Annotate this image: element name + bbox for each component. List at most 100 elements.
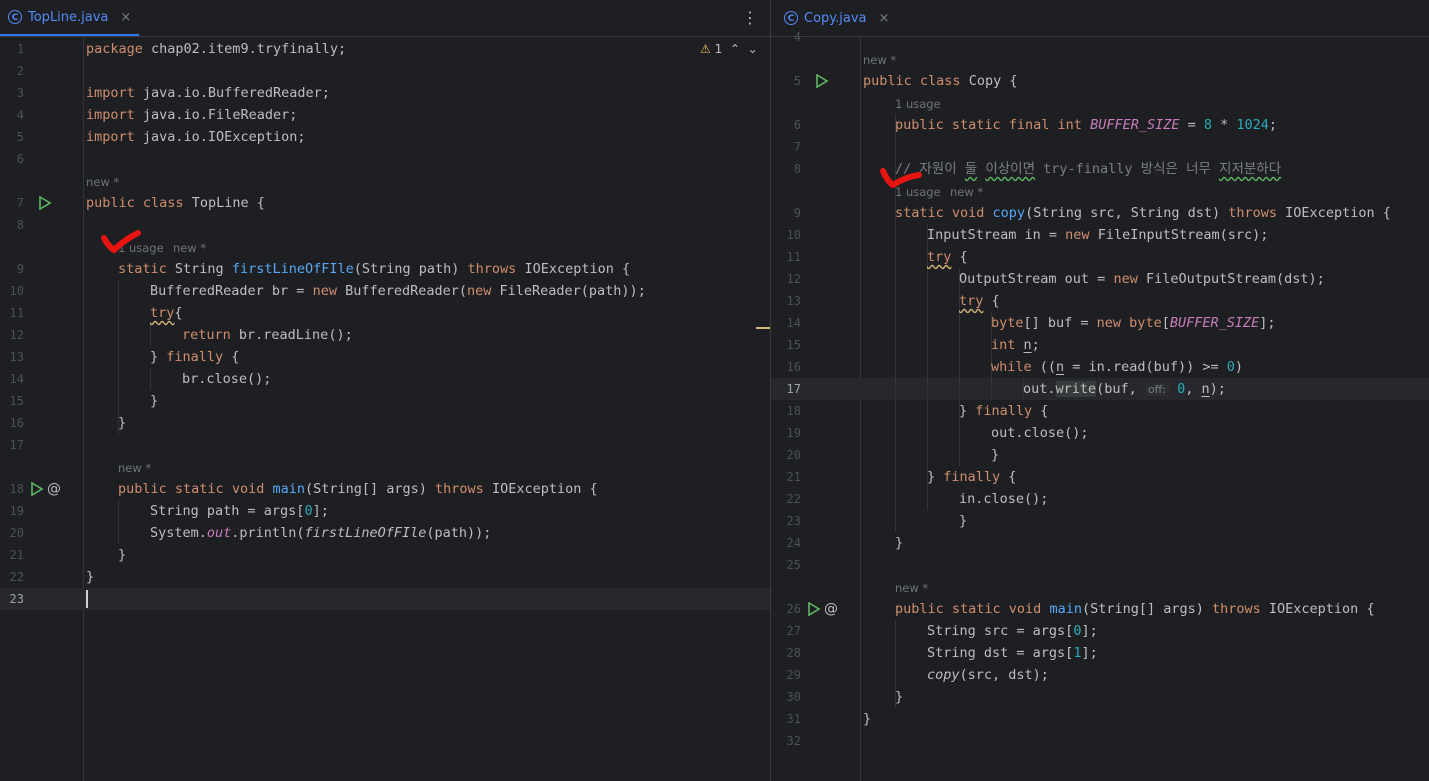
code-line: OutputStream out = new FileOutputStream(… <box>959 271 1325 287</box>
code-line: } <box>118 415 127 431</box>
code-line: package chap02.item9.tryfinally; <box>86 41 347 57</box>
code-editor-right[interactable]: 4 5 6 7 8 9 10 11 12 13 14 15 16 17 18 1… <box>771 30 1429 781</box>
class-icon: C <box>784 11 798 25</box>
line-number: 25 <box>786 558 801 572</box>
line-number: 6 <box>793 118 801 132</box>
line-number: 6 <box>16 152 24 166</box>
line-number: 3 <box>16 86 24 100</box>
line-number: 15 <box>786 338 801 352</box>
tab-label: Copy.java <box>804 10 867 26</box>
codevision-hint[interactable]: new * <box>863 48 896 70</box>
code-line: } <box>150 393 159 409</box>
line-number: 12 <box>786 272 801 286</box>
scrollbar-warning-marker[interactable] <box>756 327 770 329</box>
line-number: 13 <box>9 350 24 364</box>
line-number: 17 <box>9 438 24 452</box>
line-number: 9 <box>16 262 24 276</box>
code-line: try{ <box>150 305 183 321</box>
chevron-up-icon[interactable]: ⌃ <box>730 42 740 56</box>
code-line: while ((n = in.read(buf)) >= 0) <box>991 359 1244 375</box>
tab-bar-right: C Copy.java × <box>771 0 1429 37</box>
warning-count: 1 <box>714 42 723 56</box>
indent-guide <box>118 500 119 544</box>
line-number: 26 <box>786 602 801 616</box>
codevision-hint[interactable]: new * <box>86 170 119 192</box>
run-icon[interactable] <box>815 74 829 88</box>
line-number: 9 <box>793 206 801 220</box>
code-line: public static final int BUFFER_SIZE = 8 … <box>895 117 1278 133</box>
code-line: return br.readLine(); <box>182 327 353 343</box>
class-icon: C <box>8 10 22 24</box>
gutter-divider <box>83 37 84 781</box>
override-icon[interactable]: @ <box>47 478 61 500</box>
code-line: public class TopLine { <box>86 195 265 211</box>
code-line: import java.io.BufferedReader; <box>86 85 330 101</box>
line-number: 19 <box>9 504 24 518</box>
line-number: 21 <box>786 470 801 484</box>
code-line: in.close(); <box>959 491 1049 507</box>
line-number: 7 <box>16 196 24 210</box>
line-number: 8 <box>16 218 24 232</box>
code-line: byte[] buf = new byte[BUFFER_SIZE]; <box>991 315 1276 331</box>
more-options-icon[interactable]: ⋮ <box>742 8 758 27</box>
line-number: 16 <box>9 416 24 430</box>
codevision-hint[interactable]: new * <box>895 576 928 598</box>
code-line: } <box>991 447 1000 463</box>
codevision-hint[interactable]: new * <box>173 236 206 258</box>
tab-bar-left: C TopLine.java × ⋮ <box>0 0 770 37</box>
code-line: br.close(); <box>182 371 272 387</box>
override-icon[interactable]: @ <box>824 598 838 620</box>
line-number: 10 <box>786 228 801 242</box>
line-number: 1 <box>16 42 24 56</box>
current-line-highlight <box>0 588 770 610</box>
line-number: 32 <box>786 734 801 748</box>
line-number: 12 <box>9 328 24 342</box>
inspection-widget[interactable]: ⚠ 1 ⌃ ⌄ <box>700 38 758 60</box>
run-icon[interactable] <box>30 482 44 496</box>
line-number: 20 <box>786 448 801 462</box>
line-number: 4 <box>793 30 801 44</box>
codevision-hint[interactable]: new * <box>118 456 151 478</box>
gutter-divider <box>860 37 861 781</box>
tab-label: TopLine.java <box>28 9 109 25</box>
editor-pane-right: C Copy.java × 4 5 6 7 8 9 10 11 12 13 14… <box>771 0 1429 781</box>
code-line: String dst = args[1]; <box>927 645 1098 661</box>
code-line: String path = args[0]; <box>150 503 329 519</box>
chevron-down-icon[interactable]: ⌄ <box>748 42 758 56</box>
warning-icon: ⚠ <box>700 42 711 56</box>
line-number: 10 <box>9 284 24 298</box>
run-icon[interactable] <box>807 602 821 616</box>
tab-topline-java[interactable]: C TopLine.java × <box>0 0 140 36</box>
indent-guide <box>150 368 151 390</box>
code-line: BufferedReader br = new BufferedReader(n… <box>150 283 646 299</box>
run-icon[interactable] <box>38 196 52 210</box>
editor-pane-left: C TopLine.java × ⋮ 1 2 3 4 5 6 7 8 9 10 … <box>0 0 770 781</box>
line-number: 14 <box>786 316 801 330</box>
close-icon[interactable]: × <box>879 11 890 26</box>
code-line: try { <box>959 293 1000 309</box>
code-line: System.out.println(firstLineOfFIle(path)… <box>150 525 492 541</box>
code-comment: // 자원이 둘 이상이면 try-finally 방식은 너무 지저분하다 <box>895 161 1282 177</box>
line-number: 13 <box>786 294 801 308</box>
code-line: try { <box>927 249 968 265</box>
code-line: static String firstLineOfFIle(String pat… <box>118 261 631 277</box>
line-number: 17 <box>786 382 801 396</box>
line-number: 14 <box>9 372 24 386</box>
close-icon[interactable]: × <box>120 10 131 25</box>
code-line: } <box>118 547 127 563</box>
code-line: } <box>959 513 968 529</box>
line-number: 16 <box>786 360 801 374</box>
codevision-hint[interactable]: new * <box>950 180 983 202</box>
line-number: 18 <box>9 482 24 496</box>
code-line: out.close(); <box>991 425 1089 441</box>
code-line: } <box>895 535 904 551</box>
line-number: 5 <box>16 130 24 144</box>
line-number: 27 <box>786 624 801 638</box>
codevision-usages[interactable]: 1 usage <box>895 92 941 114</box>
code-line: import java.io.IOException; <box>86 129 306 145</box>
code-line: static void copy(String src, String dst)… <box>895 205 1391 221</box>
code-line: } <box>863 711 872 727</box>
code-editor-left[interactable]: 1 2 3 4 5 6 7 8 9 10 11 12 13 14 15 16 1… <box>0 37 770 781</box>
annotation-check-mark <box>880 168 922 188</box>
code-line: } finally { <box>150 349 240 365</box>
